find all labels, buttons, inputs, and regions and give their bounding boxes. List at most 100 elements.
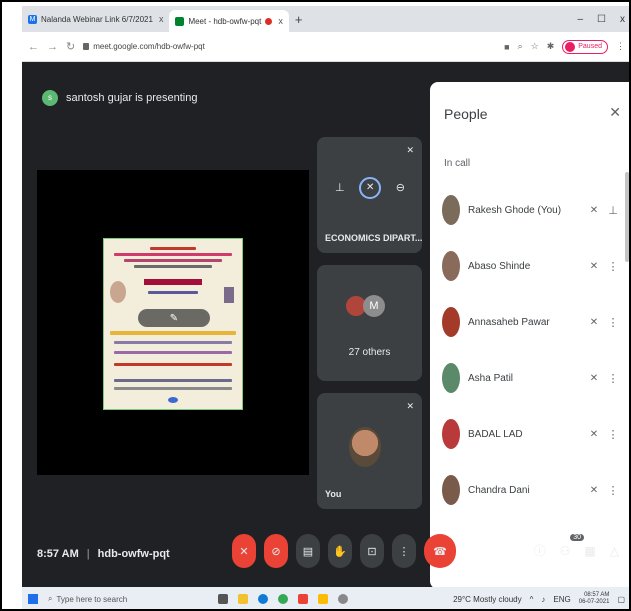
list-item[interactable]: Abaso Shinde ✕ ⋮ (442, 238, 620, 294)
slide-text-line (114, 379, 232, 382)
settings-gear-icon[interactable] (338, 594, 348, 604)
close-tab-icon[interactable]: x (159, 14, 164, 24)
tray-chevron-icon[interactable]: ^ (530, 595, 534, 604)
participant-tile-self[interactable]: ✕ You (317, 393, 422, 509)
zoom-icon[interactable]: ⌕ (518, 41, 523, 52)
pinned-presentation-icon[interactable]: ✎ (138, 309, 210, 327)
more-options-icon[interactable]: ⋮ (606, 372, 620, 385)
avatar (442, 475, 460, 505)
mic-off-icon: ✕ (589, 372, 599, 384)
remove-participant-icon[interactable]: ⊖ (396, 181, 405, 199)
chat-icon[interactable]: ▦ (584, 544, 595, 558)
url-field[interactable]: meet.google.com/hdb-owfw-pqt (83, 42, 205, 51)
participant-list: Rakesh Ghode (You) ✕ ⊥ Abaso Shinde ✕ ⋮ … (442, 182, 620, 518)
activities-icon[interactable]: △ (610, 544, 619, 558)
slide-text-line (150, 247, 196, 250)
lock-icon (83, 43, 90, 50)
list-item[interactable]: Rakesh Ghode (You) ✕ ⊥ (442, 182, 620, 238)
browser-menu-icon[interactable]: ⋮ (616, 41, 625, 52)
slide-text-line (114, 341, 232, 344)
new-tab-button[interactable]: + (289, 12, 309, 27)
language-indicator[interactable]: ENG (553, 595, 570, 604)
meeting-info: 8:57 AM | hdb-owfw-pqt (37, 548, 170, 560)
meeting-time: 8:57 AM (37, 548, 79, 560)
close-tab-icon[interactable]: x (278, 16, 283, 26)
more-options-icon[interactable]: ⋮ (606, 316, 620, 329)
meeting-code: hdb-owfw-pqt (97, 548, 170, 560)
self-video-thumbnail (349, 427, 381, 467)
weather-text[interactable]: 29°C Mostly cloudy (453, 595, 522, 604)
window-controls: – ☐ x (577, 14, 629, 25)
list-item[interactable]: Asha Patil ✕ ⋮ (442, 350, 620, 406)
people-icon[interactable]: ⚇ (560, 544, 571, 558)
participant-count-badge: 30 (570, 534, 584, 541)
close-icon[interactable]: ✕ (609, 104, 621, 121)
list-item[interactable]: Chandra Dani ✕ ⋮ (442, 462, 620, 518)
extensions-puzzle-icon[interactable]: ✱ (547, 41, 555, 52)
bookmark-star-icon[interactable]: ☆ (531, 41, 539, 52)
list-item[interactable]: BADAL LAD ✕ ⋮ (442, 406, 620, 462)
section-label: In call (444, 158, 471, 169)
participant-tile-others[interactable]: M 27 others (317, 265, 422, 381)
presentation-view[interactable]: ✎ (37, 170, 309, 475)
pin-icon[interactable]: ⊥ (606, 204, 620, 217)
mic-toggle-button[interactable]: ✕ (232, 534, 256, 568)
mute-participant-icon[interactable]: ✕ (359, 177, 382, 199)
more-options-button[interactable]: ⋮ (392, 534, 416, 568)
notifications-icon[interactable]: ▢ (617, 595, 625, 604)
browser-tab-meet[interactable]: Meet - hdb-owfw-pqt x (169, 10, 289, 32)
slide-text-line (114, 351, 232, 354)
participant-name: Asha Patil (468, 372, 514, 384)
pin-icon[interactable]: ⊥ (335, 181, 345, 199)
slide-text-line (114, 253, 232, 256)
list-item[interactable]: Annasaheb Pawar ✕ ⋮ (442, 294, 620, 350)
participant-tile-presenter[interactable]: ✕ ⊥ ✕ ⊖ ECONOMICS DIPART... (317, 137, 422, 253)
system-tray: 29°C Mostly cloudy ^ ♪ ENG 08:57 AM 06-0… (453, 592, 625, 606)
edge-icon[interactable] (258, 594, 268, 604)
raise-hand-button[interactable]: ✋ (328, 534, 352, 568)
present-screen-button[interactable]: ⊡ (360, 534, 384, 568)
slide-text-line (114, 363, 232, 366)
tile-name: You (325, 489, 342, 499)
reload-icon[interactable]: ↻ (66, 40, 75, 53)
slide-text-line (134, 265, 212, 268)
browser-tab-webinar[interactable]: M Nalanda Webinar Link 6/7/2021 x (22, 8, 169, 30)
avatar (442, 363, 460, 393)
slide-text-line (124, 259, 222, 262)
search-placeholder: Type here to search (56, 594, 128, 604)
back-arrow-icon[interactable]: ← (28, 41, 39, 53)
mic-off-icon: ✕ (589, 316, 599, 328)
captions-button[interactable]: ▤ (296, 534, 320, 568)
minimize-button[interactable]: – (577, 14, 583, 25)
forward-arrow-icon[interactable]: → (47, 41, 58, 53)
chrome-icon[interactable] (278, 594, 288, 604)
camera-toggle-button[interactable]: ⊘ (264, 534, 288, 568)
windows-start-icon[interactable] (28, 594, 38, 604)
speaker-icon[interactable]: ♪ (541, 595, 545, 604)
participant-name: Abaso Shinde (468, 260, 531, 272)
more-options-icon[interactable]: ⋮ (606, 428, 620, 441)
app-icon[interactable] (298, 594, 308, 604)
tab-label: Nalanda Webinar Link 6/7/2021 (41, 14, 153, 24)
camera-in-use-icon[interactable]: ■ (504, 42, 509, 52)
meeting-details-icon[interactable]: ⓘ (534, 542, 546, 559)
mic-off-icon: ✕ (406, 401, 414, 411)
presenting-text: santosh gujar is presenting (66, 92, 198, 104)
task-view-icon[interactable] (218, 594, 228, 604)
meeting-controls-bar: 8:57 AM | hdb-owfw-pqt ✕ ⊘ ▤ ✋ ⊡ ⋮ ☎ 30 … (22, 524, 629, 584)
maximize-button[interactable]: ☐ (597, 14, 606, 25)
taskbar-clock[interactable]: 08:57 AM 06-07-2021 (579, 592, 610, 606)
app-icon[interactable] (318, 594, 328, 604)
close-window-button[interactable]: x (620, 14, 625, 25)
taskbar-search[interactable]: ⌕ Type here to search (48, 594, 208, 604)
more-options-icon[interactable]: ⋮ (606, 260, 620, 273)
slide-heading (144, 279, 202, 285)
address-bar: ← → ↻ meet.google.com/hdb-owfw-pqt ■ ⌕ ☆… (22, 32, 629, 62)
panel-scrollbar[interactable] (625, 172, 629, 262)
profile-button[interactable]: Paused (562, 39, 608, 54)
profile-status: Paused (578, 43, 602, 50)
leave-call-button[interactable]: ☎ (424, 534, 456, 568)
more-options-icon[interactable]: ⋮ (606, 484, 620, 497)
mic-off-icon: ✕ (589, 260, 599, 272)
file-explorer-icon[interactable] (238, 594, 248, 604)
